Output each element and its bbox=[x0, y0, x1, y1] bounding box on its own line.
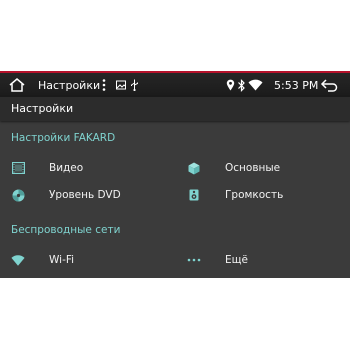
usb-icon bbox=[130, 73, 139, 97]
settings-item-volume[interactable]: Громкость bbox=[187, 184, 337, 206]
home-icon[interactable] bbox=[8, 73, 26, 97]
wifi-icon bbox=[11, 253, 25, 267]
back-icon[interactable] bbox=[320, 73, 338, 97]
settings-item-video[interactable]: Видео bbox=[11, 157, 171, 179]
wifi-signal-icon bbox=[248, 73, 263, 97]
speaker-icon bbox=[187, 188, 201, 202]
status-bar: Настройки 5:53 PM bbox=[0, 71, 350, 97]
settings-item-wifi[interactable]: Wi-Fi bbox=[11, 249, 171, 271]
settings-item-label: Уровень DVD bbox=[49, 189, 121, 201]
settings-item-label: Видео bbox=[49, 162, 84, 174]
android-settings-screen: Настройки 5:53 PM Настройки Настройки FA… bbox=[0, 71, 350, 278]
settings-item-label: Основные bbox=[225, 162, 281, 174]
more-dots-icon bbox=[187, 253, 201, 267]
cube-icon bbox=[187, 161, 201, 175]
disc-icon bbox=[11, 188, 25, 202]
settings-item-label: Громкость bbox=[225, 189, 284, 201]
settings-item-more[interactable]: Ещё bbox=[187, 249, 337, 271]
status-app-title: Настройки bbox=[38, 78, 101, 92]
status-time: 5:53 PM bbox=[274, 78, 319, 92]
settings-item-general[interactable]: Основные bbox=[187, 157, 337, 179]
location-icon bbox=[226, 73, 235, 97]
gallery-icon bbox=[116, 73, 126, 97]
section-header-wireless: Беспроводные сети bbox=[11, 224, 121, 236]
section-header-fakard: Настройки FAKARD bbox=[11, 132, 116, 144]
settings-item-label: Wi-Fi bbox=[49, 254, 75, 266]
video-film-icon bbox=[11, 161, 25, 175]
title-bar: Настройки bbox=[0, 97, 350, 121]
page-title: Настройки bbox=[11, 102, 74, 115]
bluetooth-icon bbox=[237, 73, 246, 97]
overflow-menu-icon[interactable] bbox=[101, 73, 107, 97]
settings-item-label: Ещё bbox=[225, 254, 248, 266]
settings-item-dvd-level[interactable]: Уровень DVD bbox=[11, 184, 171, 206]
